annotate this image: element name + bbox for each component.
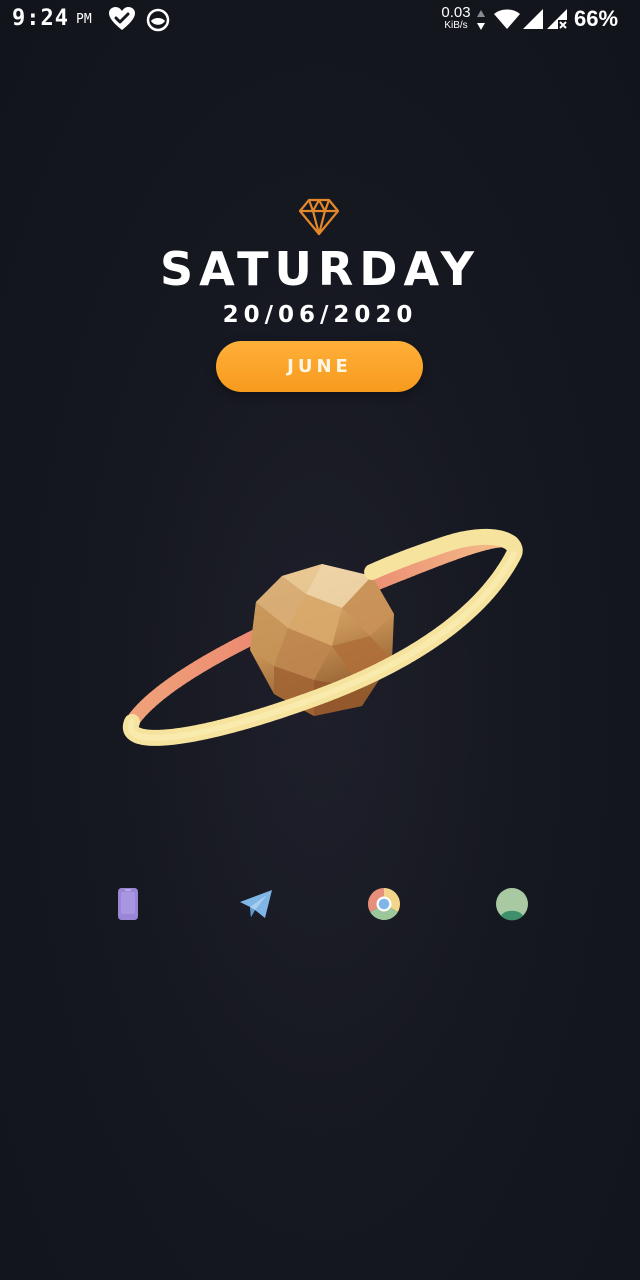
contacts-icon [496,888,528,921]
dock-app-phone[interactable] [108,884,148,924]
status-ampm: PM [76,12,92,27]
phone-icon [118,888,138,920]
date-text: 20/06/2020 [222,302,418,328]
ringed-planet-illustration [123,528,523,746]
month-button[interactable]: JUNE [216,341,423,392]
dock-app-chrome[interactable] [364,884,404,924]
face-app-icon [146,8,170,32]
heart-check-icon [109,7,135,30]
telegram-icon [240,890,272,918]
network-speed-value: 0.03 [441,4,471,21]
network-speed-unit: KiB/s [444,20,468,31]
data-arrows-icon [477,10,485,30]
signal-no-data-icon [547,9,567,29]
diamond-icon [298,198,340,236]
signal-icon [523,9,543,29]
status-bar: 9:24 PM 0.03 KiB/s 66% [0,0,640,40]
network-speed: 0.03 KiB/s [438,5,474,31]
wifi-icon [494,9,520,29]
battery-level: 66% [574,6,619,31]
dock-app-contacts[interactable] [492,884,532,924]
dock-app-telegram[interactable] [236,884,276,924]
date-widget[interactable]: SATURDAY 20/06/2020 JUNE [0,198,640,398]
day-name: SATURDAY [159,242,480,296]
app-dock [0,880,640,928]
status-time: 9:24 [12,6,69,31]
chrome-icon [367,888,401,921]
